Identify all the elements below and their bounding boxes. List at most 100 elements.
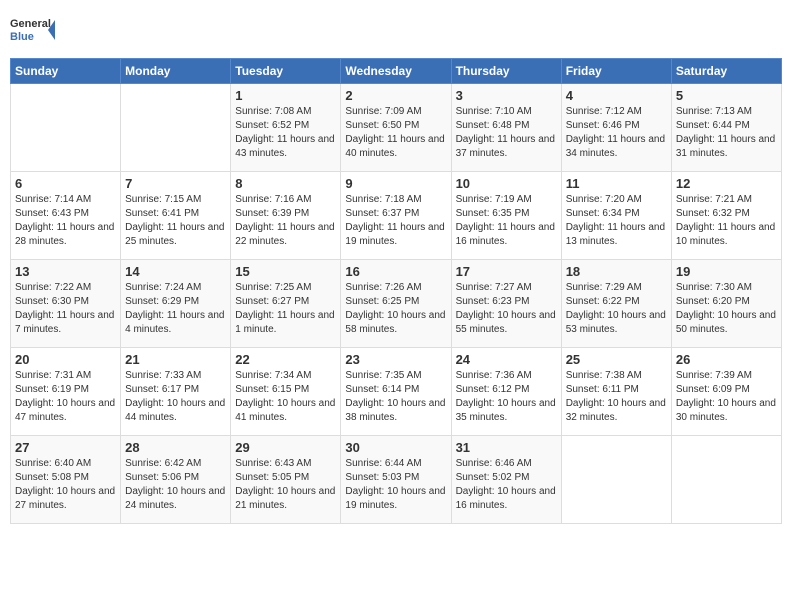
calendar-table: SundayMondayTuesdayWednesdayThursdayFrid… — [10, 58, 782, 524]
calendar-cell: 27Sunrise: 6:40 AM Sunset: 5:08 PM Dayli… — [11, 436, 121, 524]
week-row-4: 27Sunrise: 6:40 AM Sunset: 5:08 PM Dayli… — [11, 436, 782, 524]
day-number: 24 — [456, 352, 557, 367]
day-number: 29 — [235, 440, 336, 455]
calendar-cell — [671, 436, 781, 524]
day-number: 31 — [456, 440, 557, 455]
calendar-cell: 15 Sunrise: 7:25 AM Sunset: 6:27 PM Dayli… — [231, 260, 341, 348]
header-cell-thursday: Thursday — [451, 59, 561, 84]
logo: General Blue — [10, 10, 60, 50]
week-row-2: 13 Sunrise: 7:22 AM Sunset: 6:30 PM Dayli… — [11, 260, 782, 348]
svg-text:Blue: Blue — [10, 31, 34, 43]
calendar-cell: 22Sunrise: 7:34 AM Sunset: 6:15 PM Dayli… — [231, 348, 341, 436]
header-row: SundayMondayTuesdayWednesdayThursdayFrid… — [11, 59, 782, 84]
header-cell-tuesday: Tuesday — [231, 59, 341, 84]
cell-content: Sunrise: 7:13 AM Sunset: 6:44 PM Dayligh… — [676, 105, 777, 161]
day-number: 5 — [676, 88, 777, 103]
cell-content: Sunrise: 6:44 AM Sunset: 5:03 PM Dayligh… — [345, 457, 446, 513]
calendar-cell: 7 Sunrise: 7:15 AM Sunset: 6:41 PM Daylig… — [121, 172, 231, 260]
day-number: 6 — [15, 176, 116, 191]
calendar-cell: 19 Sunrise: 7:30 AM Sunset: 6:20 PM Dayli… — [671, 260, 781, 348]
cell-content: Sunrise: 7:33 AM Sunset: 6:17 PM Dayligh… — [125, 369, 226, 425]
cell-content: Sunrise: 7:25 AM Sunset: 6:27 PM Dayligh… — [235, 281, 336, 337]
day-number: 15 — [235, 264, 336, 279]
day-number: 20 — [15, 352, 116, 367]
calendar-cell: 12 Sunrise: 7:21 AM Sunset: 6:32 PM Dayli… — [671, 172, 781, 260]
calendar-cell: 31 Sunrise: 6:46 AM Sunset: 5:02 PM Dayli… — [451, 436, 561, 524]
header-cell-monday: Monday — [121, 59, 231, 84]
calendar-cell: 25Sunrise: 7:38 AM Sunset: 6:11 PM Dayli… — [561, 348, 671, 436]
calendar-cell: 8Sunrise: 7:16 AM Sunset: 6:39 PM Daylig… — [231, 172, 341, 260]
cell-content: Sunrise: 7:18 AM Sunset: 6:37 PM Dayligh… — [345, 193, 446, 249]
day-number: 8 — [235, 176, 336, 191]
day-number: 28 — [125, 440, 226, 455]
calendar-cell: 4 Sunrise: 7:12 AM Sunset: 6:46 PM Daylig… — [561, 84, 671, 172]
cell-content: Sunrise: 7:29 AM Sunset: 6:22 PM Dayligh… — [566, 281, 667, 337]
cell-content: Sunrise: 6:46 AM Sunset: 5:02 PM Dayligh… — [456, 457, 557, 513]
calendar-cell: 1Sunrise: 7:08 AM Sunset: 6:52 PM Daylig… — [231, 84, 341, 172]
calendar-cell: 21 Sunrise: 7:33 AM Sunset: 6:17 PM Dayli… — [121, 348, 231, 436]
header-cell-saturday: Saturday — [671, 59, 781, 84]
calendar-cell: 23 Sunrise: 7:35 AM Sunset: 6:14 PM Dayli… — [341, 348, 451, 436]
cell-content: Sunrise: 6:43 AM Sunset: 5:05 PM Dayligh… — [235, 457, 336, 513]
day-number: 23 — [345, 352, 446, 367]
calendar-cell: 2 Sunrise: 7:09 AM Sunset: 6:50 PM Daylig… — [341, 84, 451, 172]
day-number: 13 — [15, 264, 116, 279]
day-number: 25 — [566, 352, 667, 367]
cell-content: Sunrise: 6:42 AM Sunset: 5:06 PM Dayligh… — [125, 457, 226, 513]
cell-content: Sunrise: 7:19 AM Sunset: 6:35 PM Dayligh… — [456, 193, 557, 249]
cell-content: Sunrise: 7:26 AM Sunset: 6:25 PM Dayligh… — [345, 281, 446, 337]
header-cell-friday: Friday — [561, 59, 671, 84]
cell-content: Sunrise: 7:30 AM Sunset: 6:20 PM Dayligh… — [676, 281, 777, 337]
calendar-cell: 28 Sunrise: 6:42 AM Sunset: 5:06 PM Dayli… — [121, 436, 231, 524]
day-number: 17 — [456, 264, 557, 279]
calendar-cell: 17Sunrise: 7:27 AM Sunset: 6:23 PM Dayli… — [451, 260, 561, 348]
cell-content: Sunrise: 7:39 AM Sunset: 6:09 PM Dayligh… — [676, 369, 777, 425]
cell-content: Sunrise: 7:35 AM Sunset: 6:14 PM Dayligh… — [345, 369, 446, 425]
cell-content: Sunrise: 6:40 AM Sunset: 5:08 PM Dayligh… — [15, 457, 116, 513]
cell-content: Sunrise: 7:22 AM Sunset: 6:30 PM Dayligh… — [15, 281, 116, 337]
day-number: 18 — [566, 264, 667, 279]
calendar-cell — [11, 84, 121, 172]
day-number: 21 — [125, 352, 226, 367]
calendar-body: 1Sunrise: 7:08 AM Sunset: 6:52 PM Daylig… — [11, 84, 782, 524]
cell-content: Sunrise: 7:10 AM Sunset: 6:48 PM Dayligh… — [456, 105, 557, 161]
calendar-cell: 30 Sunrise: 6:44 AM Sunset: 5:03 PM Dayli… — [341, 436, 451, 524]
day-number: 4 — [566, 88, 667, 103]
calendar-cell: 20 Sunrise: 7:31 AM Sunset: 6:19 PM Dayli… — [11, 348, 121, 436]
cell-content: Sunrise: 7:09 AM Sunset: 6:50 PM Dayligh… — [345, 105, 446, 161]
day-number: 11 — [566, 176, 667, 191]
calendar-cell: 14Sunrise: 7:24 AM Sunset: 6:29 PM Dayli… — [121, 260, 231, 348]
header-cell-sunday: Sunday — [11, 59, 121, 84]
svg-text:General: General — [10, 18, 51, 30]
cell-content: Sunrise: 7:20 AM Sunset: 6:34 PM Dayligh… — [566, 193, 667, 249]
cell-content: Sunrise: 7:12 AM Sunset: 6:46 PM Dayligh… — [566, 105, 667, 161]
cell-content: Sunrise: 7:15 AM Sunset: 6:41 PM Dayligh… — [125, 193, 226, 249]
header: General Blue — [10, 10, 782, 50]
day-number: 1 — [235, 88, 336, 103]
day-number: 12 — [676, 176, 777, 191]
cell-content: Sunrise: 7:21 AM Sunset: 6:32 PM Dayligh… — [676, 193, 777, 249]
calendar-cell — [561, 436, 671, 524]
day-number: 2 — [345, 88, 446, 103]
day-number: 22 — [235, 352, 336, 367]
cell-content: Sunrise: 7:31 AM Sunset: 6:19 PM Dayligh… — [15, 369, 116, 425]
logo-svg: General Blue — [10, 10, 60, 50]
day-number: 19 — [676, 264, 777, 279]
cell-content: Sunrise: 7:24 AM Sunset: 6:29 PM Dayligh… — [125, 281, 226, 337]
day-number: 30 — [345, 440, 446, 455]
week-row-0: 1Sunrise: 7:08 AM Sunset: 6:52 PM Daylig… — [11, 84, 782, 172]
calendar-cell: 16Sunrise: 7:26 AM Sunset: 6:25 PM Dayli… — [341, 260, 451, 348]
day-number: 7 — [125, 176, 226, 191]
calendar-cell: 13 Sunrise: 7:22 AM Sunset: 6:30 PM Dayli… — [11, 260, 121, 348]
week-row-1: 6 Sunrise: 7:14 AM Sunset: 6:43 PM Daylig… — [11, 172, 782, 260]
cell-content: Sunrise: 7:14 AM Sunset: 6:43 PM Dayligh… — [15, 193, 116, 249]
calendar-cell: 3Sunrise: 7:10 AM Sunset: 6:48 PM Daylig… — [451, 84, 561, 172]
calendar-cell — [121, 84, 231, 172]
calendar-cell: 9Sunrise: 7:18 AM Sunset: 6:37 PM Daylig… — [341, 172, 451, 260]
calendar-cell: 29 Sunrise: 6:43 AM Sunset: 5:05 PM Dayli… — [231, 436, 341, 524]
header-cell-wednesday: Wednesday — [341, 59, 451, 84]
calendar-cell: 6 Sunrise: 7:14 AM Sunset: 6:43 PM Daylig… — [11, 172, 121, 260]
week-row-3: 20 Sunrise: 7:31 AM Sunset: 6:19 PM Dayli… — [11, 348, 782, 436]
day-number: 26 — [676, 352, 777, 367]
day-number: 10 — [456, 176, 557, 191]
